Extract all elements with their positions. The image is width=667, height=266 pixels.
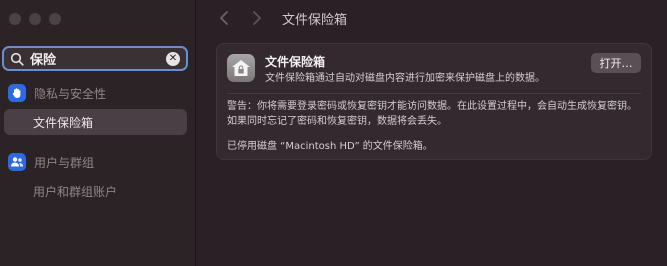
- clear-search-icon[interactable]: ✕: [166, 51, 180, 66]
- warning-text: 警告：你将需要登录密码或恢复密钥才能访问数据。在此设置过程中，会自动生成恢复密钥…: [227, 101, 637, 127]
- search-field[interactable]: 保险 ✕: [2, 46, 188, 71]
- close-window-button[interactable]: [9, 13, 21, 25]
- sidebar-item-filevault[interactable]: 文件保险箱: [4, 109, 187, 135]
- house-lock-icon: [227, 54, 255, 82]
- toolbar: 文件保险箱: [197, 0, 667, 36]
- divider: [227, 93, 641, 94]
- sidebar-item-users-groups[interactable]: 用户与群组: [8, 153, 94, 171]
- open-filevault-button[interactable]: 打开…: [591, 53, 641, 73]
- status-text: 已停用磁盘 “Macintosh HD” 的文件保险箱。: [227, 141, 433, 152]
- sidebar-item-user-group-accounts[interactable]: 用户和群组账户: [4, 178, 187, 204]
- card-description: 文件保险箱通过自动对磁盘内容进行加密来保护磁盘上的数据。: [265, 73, 545, 84]
- sidebar-group-label: 隐私与安全性: [34, 86, 107, 101]
- card-title: 文件保险箱: [265, 55, 326, 69]
- minimize-window-button[interactable]: [29, 13, 41, 25]
- sidebar-item-label: 用户和群组账户: [33, 184, 118, 199]
- sidebar: 保险 ✕ 隐私与安全性 文件保险箱 用户与群组 用户和群组账户: [0, 0, 196, 266]
- chevron-left-icon[interactable]: [219, 10, 233, 28]
- sidebar-item-privacy-security[interactable]: 隐私与安全性: [8, 84, 106, 102]
- window-controls: [9, 13, 61, 25]
- sidebar-item-label: 文件保险箱: [33, 115, 94, 130]
- search-input[interactable]: 保险: [30, 49, 166, 68]
- hand-icon: [8, 84, 26, 102]
- zoom-window-button[interactable]: [49, 13, 61, 25]
- users-icon: [8, 153, 26, 171]
- page-title: 文件保险箱: [282, 13, 348, 28]
- chevron-right-icon[interactable]: [252, 10, 266, 28]
- sidebar-group-label: 用户与群组: [34, 155, 95, 170]
- filevault-card: 文件保险箱 文件保险箱通过自动对磁盘内容进行加密来保护磁盘上的数据。 打开… 警…: [216, 43, 652, 160]
- search-icon: [10, 52, 24, 66]
